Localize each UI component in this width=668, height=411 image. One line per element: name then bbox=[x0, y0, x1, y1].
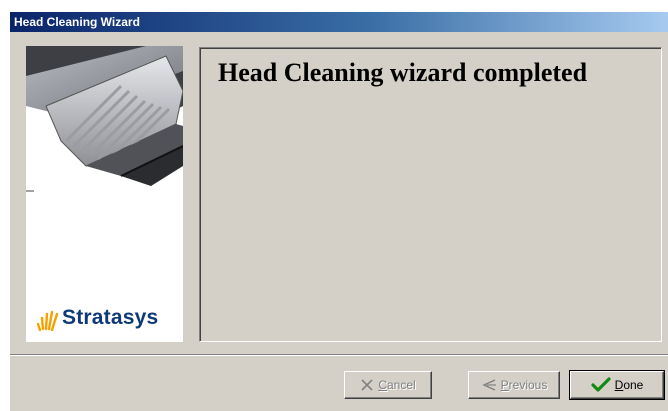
arrow-left-icon bbox=[481, 379, 496, 391]
title-bar[interactable]: Head Cleaning Wizard bbox=[10, 12, 668, 32]
separator bbox=[10, 354, 668, 356]
print-head-illustration bbox=[26, 46, 183, 192]
window-title: Head Cleaning Wizard bbox=[14, 15, 140, 29]
logo-text: Stratasys bbox=[62, 306, 159, 329]
done-label: Done bbox=[614, 378, 644, 392]
wizard-window: Head Cleaning Wizard Stratasys Head Clea… bbox=[10, 12, 668, 411]
x-icon bbox=[361, 379, 373, 391]
side-panel-image: Stratasys bbox=[26, 46, 183, 342]
previous-label: Previous bbox=[500, 378, 548, 392]
page-heading: Head Cleaning wizard completed bbox=[218, 58, 588, 87]
done-button[interactable]: Done bbox=[569, 370, 665, 400]
sunburst-icon bbox=[36, 310, 59, 332]
cancel-button[interactable]: Cancel bbox=[344, 371, 432, 399]
checkmark-icon bbox=[591, 377, 611, 392]
previous-button[interactable]: Previous bbox=[468, 371, 560, 399]
cancel-label: Cancel bbox=[378, 378, 416, 392]
content-panel: Head Cleaning wizard completed bbox=[199, 47, 662, 342]
